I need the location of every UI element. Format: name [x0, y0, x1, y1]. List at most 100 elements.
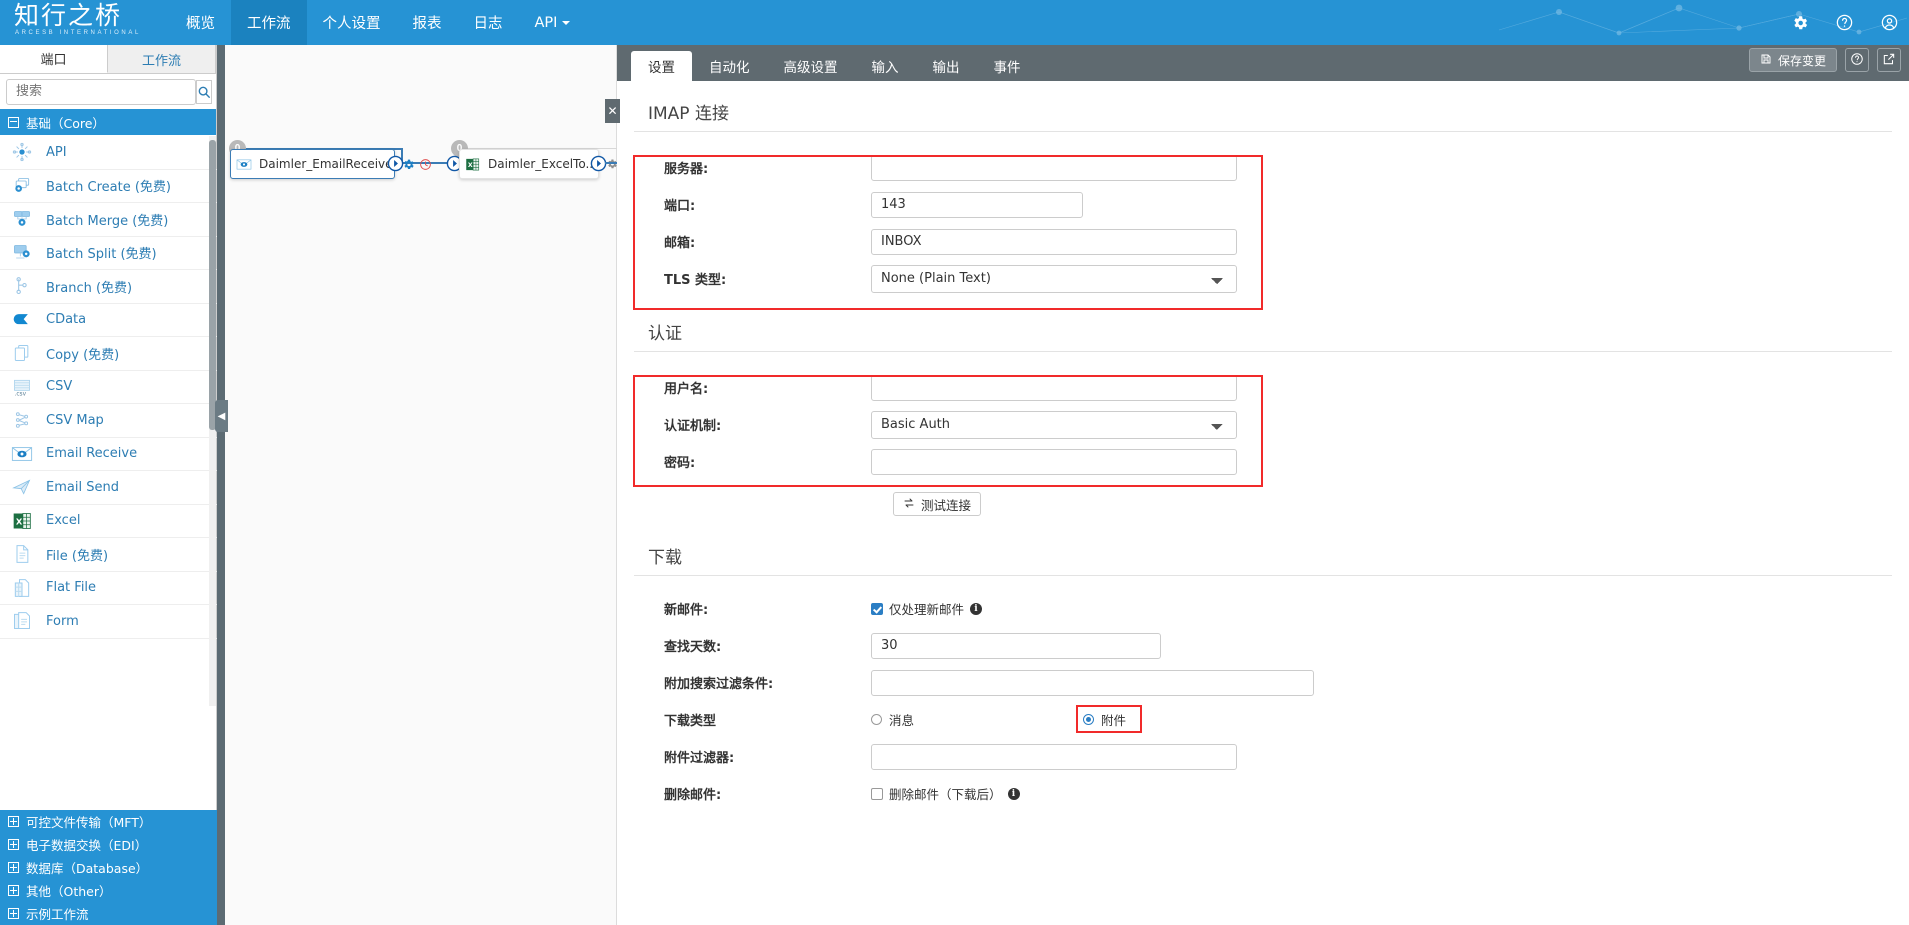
node-output-arrow-icon[interactable]	[387, 155, 404, 172]
info-icon[interactable]: i	[970, 603, 982, 615]
canvas-collapse-handle[interactable]: ◀	[215, 400, 228, 432]
tab-settings[interactable]: 设置	[631, 51, 692, 81]
username-input[interactable]	[871, 375, 1237, 401]
new-mail-checkbox[interactable]: 仅处理新邮件 i	[871, 599, 982, 618]
sidebar-tab-ports[interactable]: 端口	[0, 45, 108, 73]
list-item[interactable]: Form	[0, 605, 217, 639]
app-logo[interactable]: 知行之桥 ARCESB INTERNATIONAL	[10, 2, 160, 44]
list-item[interactable]: Email Receive	[0, 438, 217, 472]
list-item[interactable]: Branch (免费)	[0, 270, 217, 304]
sidebar-category-mft[interactable]: 可控文件传输（MFT）	[0, 810, 217, 833]
port-input[interactable]	[871, 192, 1083, 218]
list-item-label: Batch Split (免费)	[46, 243, 157, 262]
test-connection-button[interactable]: 测试连接	[893, 492, 981, 516]
expand-box-icon	[8, 839, 19, 850]
workflow-node-excel[interactable]: X Daimler_ExcelTo...	[459, 149, 599, 179]
extra-search-filter-input[interactable]	[871, 670, 1314, 696]
sidebar-category-edi[interactable]: 电子数据交换（EDI）	[0, 833, 217, 856]
tab-label: 高级设置	[784, 56, 838, 76]
server-input[interactable]	[871, 155, 1237, 181]
nav-item-overview[interactable]: 概览	[170, 0, 231, 45]
panel-popout-button[interactable]	[1877, 48, 1901, 72]
list-item[interactable]: Email Send	[0, 471, 217, 505]
list-item[interactable]: Flat File	[0, 572, 217, 606]
tls-type-select[interactable]: None (Plain Text)	[871, 265, 1237, 293]
search-icon	[197, 85, 211, 99]
info-icon[interactable]: i	[1008, 788, 1020, 800]
list-item[interactable]: .csv CSV	[0, 371, 217, 405]
attachment-filter-input[interactable]	[871, 744, 1237, 770]
field-label: 服务器:	[631, 158, 871, 177]
tab-input[interactable]: 输入	[855, 51, 916, 81]
account-icon[interactable]	[1880, 13, 1899, 32]
clock-icon[interactable]	[417, 156, 434, 173]
password-input[interactable]	[871, 449, 1237, 475]
field-label: 邮箱:	[631, 232, 871, 251]
delete-mail-checkbox[interactable]: 删除邮件（下载后） i	[871, 784, 1020, 803]
lookup-days-input[interactable]	[871, 633, 1161, 659]
field-row-new-mail: 新邮件: 仅处理新邮件 i	[631, 590, 1895, 627]
workflow-canvas[interactable]: 0 0 Daimler_EmailReceive X	[217, 45, 617, 925]
workflow-node-email-receive[interactable]: Daimler_EmailReceive	[230, 149, 395, 179]
list-item[interactable]: CSV Map	[0, 404, 217, 438]
field-row-username: 用户名:	[631, 369, 1895, 406]
list-item[interactable]: File (免费)	[0, 538, 217, 572]
category-label: 基础（Core）	[26, 113, 105, 132]
list-item[interactable]: API	[0, 136, 217, 170]
list-item[interactable]: CData	[0, 304, 217, 338]
save-button[interactable]: 保存变更	[1749, 48, 1837, 72]
list-item[interactable]: Batch Split (免费)	[0, 237, 217, 271]
field-label: 删除邮件:	[631, 784, 871, 803]
list-item[interactable]: Copy (免费)	[0, 337, 217, 371]
checkbox-unchecked-icon	[871, 788, 883, 800]
list-item[interactable]: X Excel	[0, 505, 217, 539]
nav-item-logs[interactable]: 日志	[458, 0, 519, 45]
sidebar-scrollbar-thumb[interactable]	[209, 140, 216, 430]
search-button[interactable]	[196, 80, 212, 104]
nav-item-profile[interactable]: 个人设置	[307, 0, 397, 45]
email-receive-icon	[10, 443, 34, 465]
sidebar-category-database[interactable]: 数据库（Database）	[0, 856, 217, 879]
settings-form: IMAP 连接 服务器: 端口: 邮箱: TLS 类型: None (Plain…	[617, 81, 1909, 925]
tab-output[interactable]: 输出	[916, 51, 977, 81]
list-item-label: Flat File	[46, 580, 96, 595]
panel-tabbar: 设置 自动化 高级设置 输入 输出 事件 保存变更	[617, 45, 1909, 81]
list-item[interactable]: Batch Create (免费)	[0, 170, 217, 204]
sidebar-category-core[interactable]: 基础（Core）	[0, 109, 216, 135]
gear-icon[interactable]	[1791, 14, 1809, 32]
close-panel-button[interactable]: ✕	[605, 99, 620, 123]
api-icon	[10, 141, 34, 163]
auth-scheme-select[interactable]: Basic Auth	[871, 411, 1237, 439]
download-type-attachment-radio[interactable]: 附件	[1074, 704, 1135, 735]
list-item-label: Batch Merge (免费)	[46, 210, 168, 229]
batch-split-icon	[10, 242, 34, 264]
list-item[interactable]: Batch Merge (免费)	[0, 203, 217, 237]
popout-icon	[1882, 52, 1896, 69]
nav-label: 工作流	[247, 12, 291, 33]
email-send-icon	[10, 476, 34, 498]
search-input[interactable]	[6, 79, 196, 105]
list-item-label: Branch (免费)	[46, 277, 132, 296]
field-label: 下载类型	[631, 710, 871, 729]
sidebar-tab-workflows[interactable]: 工作流	[108, 45, 216, 73]
download-type-message-radio[interactable]: 消息	[871, 710, 1074, 729]
nav-item-api[interactable]: API	[519, 0, 587, 45]
tab-label: 输入	[872, 56, 899, 76]
panel-help-button[interactable]	[1845, 48, 1869, 72]
port-list[interactable]: API Batch Create (免费) Batch Merge (免费)	[0, 136, 217, 706]
tab-automation[interactable]: 自动化	[692, 51, 767, 81]
mailbox-input[interactable]	[871, 229, 1237, 255]
section-title-imap: IMAP 连接	[631, 81, 1895, 131]
nav-label: 报表	[413, 12, 442, 33]
sidebar-category-samples[interactable]: 示例工作流	[0, 902, 217, 925]
sidebar-category-other[interactable]: 其他（Other）	[0, 879, 217, 902]
tab-advanced[interactable]: 高级设置	[767, 51, 855, 81]
main-nav: 概览 工作流 个人设置 报表 日志 API	[170, 0, 586, 45]
category-label: 示例工作流	[26, 904, 89, 923]
nav-item-workflow[interactable]: 工作流	[231, 0, 307, 45]
tab-events[interactable]: 事件	[977, 51, 1038, 81]
expand-box-icon	[8, 885, 19, 896]
field-row-server: 服务器:	[631, 149, 1895, 186]
help-icon[interactable]	[1835, 13, 1854, 32]
nav-item-reports[interactable]: 报表	[397, 0, 458, 45]
